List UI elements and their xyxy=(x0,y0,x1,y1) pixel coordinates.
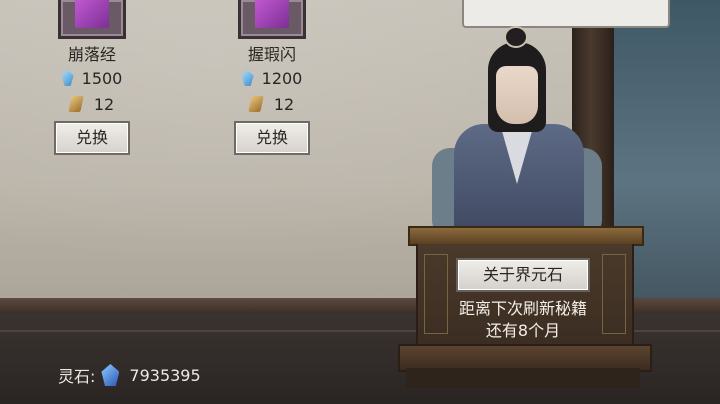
shop-item-1: 崩落经 1500 12 兑换 xyxy=(42,0,142,155)
token-cost-value: 12 xyxy=(93,94,115,114)
gold-token-icon xyxy=(248,96,264,112)
about-spirit-stone-button[interactable]: 关于界元石 xyxy=(456,258,590,292)
token-cost-row: 12 xyxy=(222,91,322,117)
refresh-timer: 距离下次刷新秘籍 还有8个月 xyxy=(420,298,626,342)
gem-cost-value: 1500 xyxy=(81,68,123,88)
gem-cost-row: 1500 xyxy=(42,65,142,91)
gem-cost-value: 1200 xyxy=(261,68,303,88)
shop-item-2: 握瑕闪 1200 12 兑换 xyxy=(222,0,322,155)
blue-gem-icon xyxy=(61,70,74,86)
blue-gem-icon xyxy=(241,70,254,86)
shopkeeper-npc[interactable] xyxy=(430,28,602,238)
currency-display: 灵石: 7935395 xyxy=(58,364,201,386)
gem-cost-row: 1200 xyxy=(222,65,322,91)
gold-token-icon xyxy=(68,96,84,112)
refresh-line-2: 还有8个月 xyxy=(485,321,561,340)
item-name: 崩落经 xyxy=(67,45,116,64)
technique-book-icon xyxy=(58,0,126,39)
item-name: 握瑕闪 xyxy=(247,45,296,64)
exchange-button[interactable]: 兑换 xyxy=(54,121,130,155)
counter-plinth xyxy=(406,368,640,388)
game-screen: 崩落经 1500 12 兑换 握瑕闪 1200 12 兑换 关于界元石 距离下次… xyxy=(0,0,720,404)
counter-top xyxy=(408,226,644,246)
currency-label: 灵石: xyxy=(58,367,96,386)
technique-book-icon xyxy=(238,0,306,39)
refresh-line-1: 距离下次刷新秘籍 xyxy=(458,299,587,318)
speech-bubble xyxy=(462,0,670,28)
token-cost-row: 12 xyxy=(42,91,142,117)
exchange-button[interactable]: 兑换 xyxy=(234,121,310,155)
spirit-stone-icon xyxy=(101,364,120,386)
currency-amount: 7935395 xyxy=(129,365,201,385)
token-cost-value: 12 xyxy=(273,94,295,114)
